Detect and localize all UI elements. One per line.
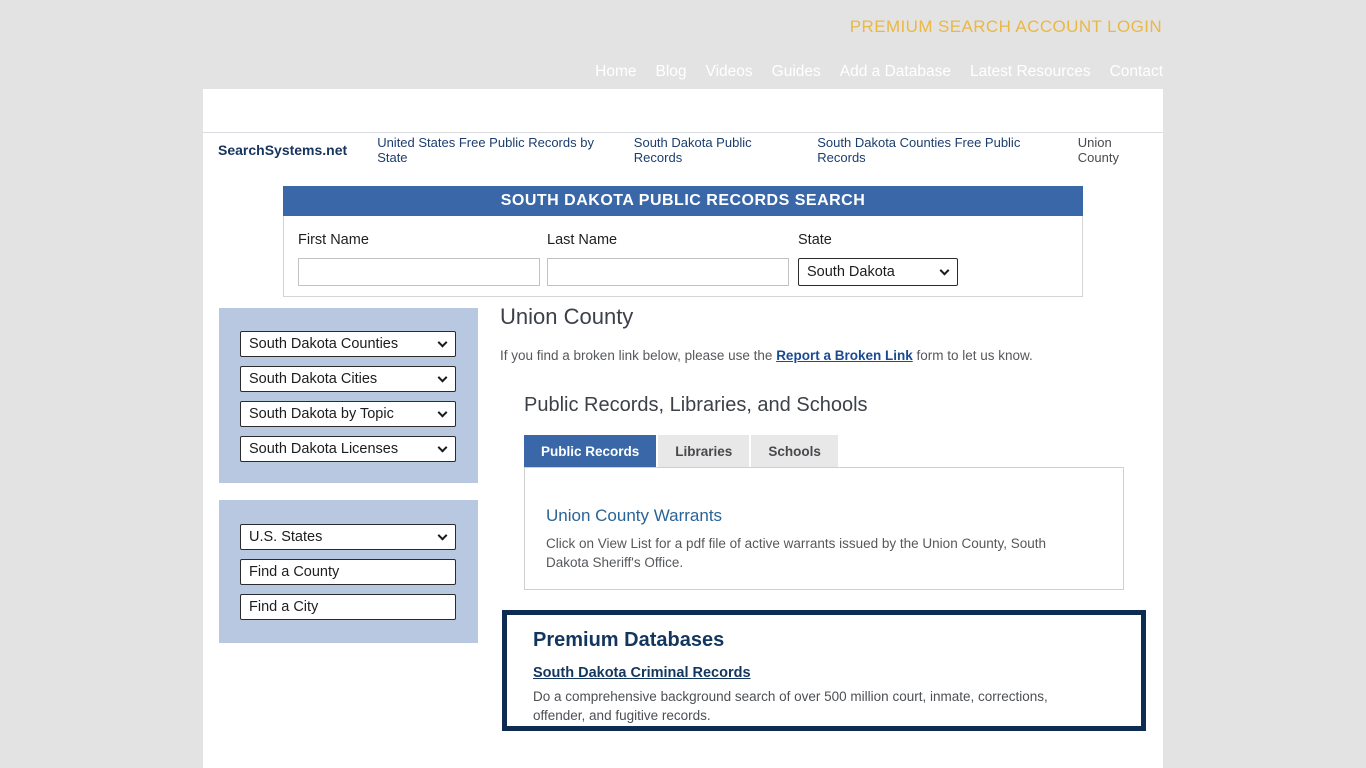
site-logo-text[interactable]: SearchSystems.net	[218, 142, 347, 158]
tab-bar: Public Records Libraries Schools	[524, 435, 838, 467]
page: PREMIUM SEARCH ACCOUNT LOGIN Home Blog V…	[0, 0, 1366, 768]
search-form-header: SOUTH DAKOTA PUBLIC RECORDS SEARCH	[283, 186, 1083, 216]
search-form-title: SOUTH DAKOTA PUBLIC RECORDS SEARCH	[501, 192, 866, 210]
us-states-select[interactable]: U.S. States	[240, 524, 456, 550]
nav-item-blog[interactable]: Blog	[656, 63, 687, 81]
nav-item-latest-resources[interactable]: Latest Resources	[970, 63, 1091, 81]
sidebar-us-navigation: U.S. States	[219, 500, 478, 643]
state-select-wrap: South Dakota	[798, 258, 958, 286]
public-records-panel: Union County Warrants Click on View List…	[524, 467, 1124, 590]
tab-public-records[interactable]: Public Records	[524, 435, 656, 467]
nav-item-contact[interactable]: Contact	[1110, 63, 1163, 81]
premium-login-link[interactable]: PREMIUM SEARCH ACCOUNT LOGIN	[850, 17, 1162, 37]
warrants-description: Click on View List for a pdf file of act…	[546, 534, 1081, 572]
sd-cities-select-wrap: South Dakota Cities	[240, 366, 456, 392]
premium-databases-box: Premium Databases South Dakota Criminal …	[502, 610, 1146, 731]
breadcrumb: SearchSystems.net United States Free Pub…	[203, 132, 1163, 166]
sd-counties-select-wrap: South Dakota Counties	[240, 331, 456, 357]
nav-item-videos[interactable]: Videos	[706, 63, 753, 81]
first-name-label: First Name	[298, 232, 369, 248]
breadcrumb-link-us-records[interactable]: United States Free Public Records by Sta…	[377, 135, 604, 165]
nav-item-add-database[interactable]: Add a Database	[840, 63, 951, 81]
search-form-body: First Name Last Name State South Dakota	[283, 216, 1083, 297]
state-select[interactable]: South Dakota	[798, 258, 958, 286]
premium-databases-title: Premium Databases	[533, 629, 1115, 652]
report-broken-link[interactable]: Report a Broken Link	[776, 348, 913, 363]
last-name-label: Last Name	[547, 232, 617, 248]
sd-cities-select[interactable]: South Dakota Cities	[240, 366, 456, 392]
section-title: Public Records, Libraries, and Schools	[524, 394, 868, 417]
last-name-input[interactable]	[547, 258, 789, 286]
state-label: State	[798, 232, 832, 248]
broken-link-notice: If you find a broken link below, please …	[500, 348, 1033, 363]
public-records-search-form: SOUTH DAKOTA PUBLIC RECORDS SEARCH First…	[283, 186, 1083, 297]
page-title: Union County	[500, 304, 633, 330]
find-city-input[interactable]	[240, 594, 456, 620]
nav-item-guides[interactable]: Guides	[772, 63, 821, 81]
tab-libraries[interactable]: Libraries	[658, 435, 749, 467]
breadcrumb-link-sd-records[interactable]: South Dakota Public Records	[634, 135, 787, 165]
sd-counties-select[interactable]: South Dakota Counties	[240, 331, 456, 357]
sd-criminal-records-link[interactable]: South Dakota Criminal Records	[533, 665, 751, 681]
us-states-select-wrap: U.S. States	[240, 524, 456, 550]
content-sheet: SearchSystems.net United States Free Pub…	[203, 89, 1163, 768]
nav-item-home[interactable]: Home	[595, 63, 636, 81]
first-name-input[interactable]	[298, 258, 540, 286]
sd-licenses-select-wrap: South Dakota Licenses	[240, 436, 456, 462]
sd-topic-select[interactable]: South Dakota by Topic	[240, 401, 456, 427]
union-county-warrants-link[interactable]: Union County Warrants	[546, 506, 722, 526]
premium-description: Do a comprehensive background search of …	[533, 687, 1093, 725]
sidebar-sd-navigation: South Dakota Counties South Dakota Citie…	[219, 308, 478, 483]
breadcrumb-current: Union County	[1078, 135, 1149, 165]
sd-topic-select-wrap: South Dakota by Topic	[240, 401, 456, 427]
broken-link-suffix: form to let us know.	[913, 348, 1033, 363]
breadcrumb-link-sd-counties[interactable]: South Dakota Counties Free Public Record…	[817, 135, 1048, 165]
tab-schools[interactable]: Schools	[751, 435, 838, 467]
find-county-input[interactable]	[240, 559, 456, 585]
top-nav: Home Blog Videos Guides Add a Database L…	[595, 63, 1163, 81]
sd-licenses-select[interactable]: South Dakota Licenses	[240, 436, 456, 462]
broken-link-prefix: If you find a broken link below, please …	[500, 348, 776, 363]
